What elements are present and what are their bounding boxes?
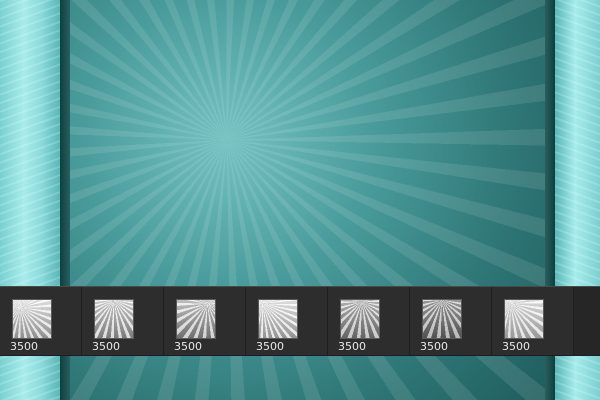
brush-thumbnail-5[interactable]: 3500	[328, 287, 410, 355]
thumbnail-strip-overflow	[574, 287, 600, 355]
brush-preview-icon	[504, 299, 544, 339]
brush-preview-icon	[94, 299, 134, 339]
brush-size-label: 3500	[92, 340, 120, 353]
brush-preview-icon	[258, 299, 298, 339]
brush-preview-icon	[176, 299, 216, 339]
brush-size-label: 3500	[256, 340, 284, 353]
brush-preview-icon	[422, 299, 462, 339]
brush-thumbnail-strip: 3500 3500 3500 3500 3500 3500 3500	[0, 286, 600, 356]
brush-thumbnail-1[interactable]: 3500	[0, 287, 82, 355]
brush-thumbnail-2[interactable]: 3500	[82, 287, 164, 355]
brush-size-label: 3500	[338, 340, 366, 353]
brush-preview-icon	[340, 299, 380, 339]
brush-size-label: 3500	[420, 340, 448, 353]
brush-thumbnail-3[interactable]: 3500	[164, 287, 246, 355]
brush-preview-icon	[12, 299, 52, 339]
brush-thumbnail-6[interactable]: 3500	[410, 287, 492, 355]
brush-size-label: 3500	[10, 340, 38, 353]
brush-size-label: 3500	[174, 340, 202, 353]
brush-thumbnail-7[interactable]: 3500	[492, 287, 574, 355]
brush-size-label: 3500	[502, 340, 530, 353]
brush-thumbnail-4[interactable]: 3500	[246, 287, 328, 355]
brush-preview-canvas: 3500 3500 3500 3500 3500 3500 3500	[0, 0, 600, 400]
thumbnail-list: 3500 3500 3500 3500 3500 3500 3500	[0, 287, 600, 355]
